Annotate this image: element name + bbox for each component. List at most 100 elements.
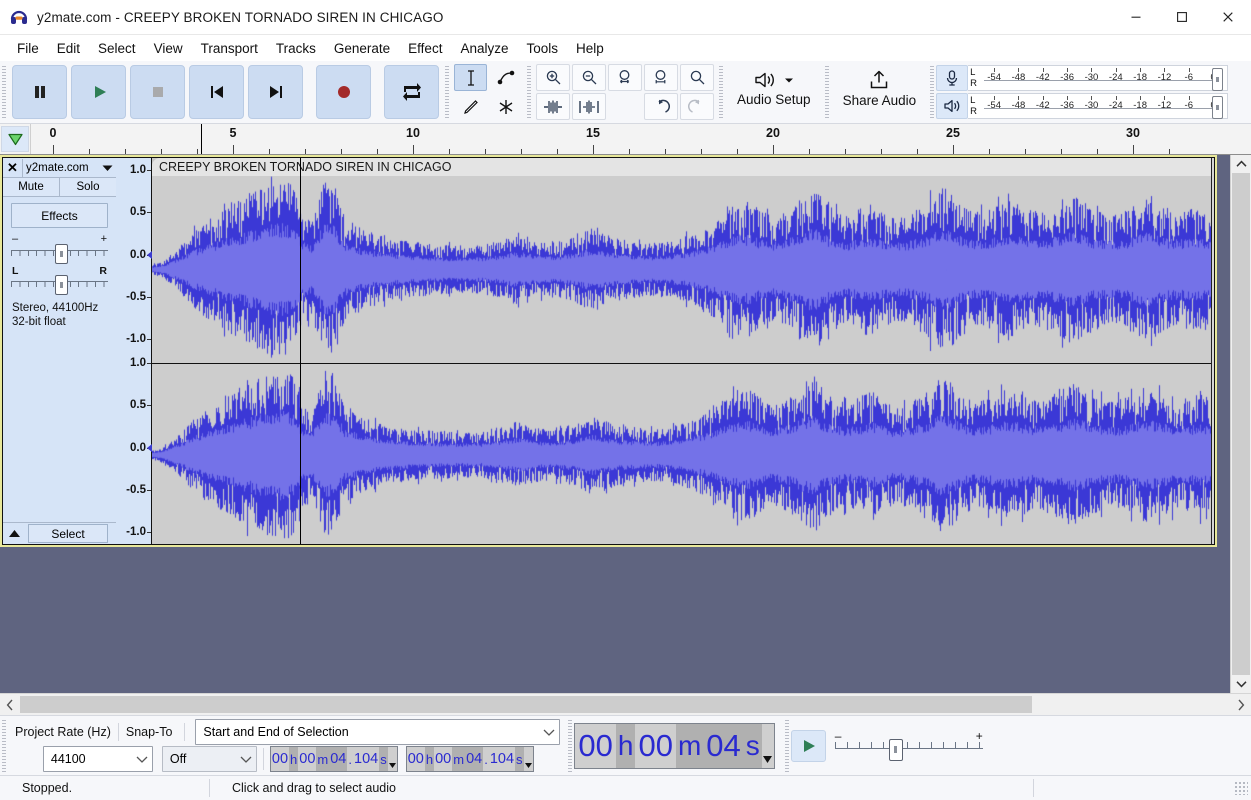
audio-position-display[interactable]: 00 h 00 m 04 s <box>574 722 775 769</box>
position-seconds[interactable]: 04 <box>703 723 744 768</box>
fit-project-icon[interactable] <box>644 64 678 91</box>
pinned-play-head-button[interactable] <box>0 124 31 154</box>
solo-button[interactable]: Solo <box>60 178 116 196</box>
edit-toolbar-grip[interactable] <box>525 66 533 118</box>
track-close-button[interactable]: ✕ <box>3 158 23 177</box>
share-audio-button[interactable]: Share Audio <box>831 61 929 115</box>
gain-slider-thumb[interactable] <box>55 244 68 264</box>
audio-track[interactable]: ✕ y2mate.com Mute Solo Effects – + L R S… <box>0 155 1217 547</box>
pan-slider[interactable]: L R <box>11 266 108 295</box>
end-minutes[interactable]: 00 <box>434 747 453 771</box>
gain-slider[interactable]: – + <box>11 234 108 264</box>
end-milliseconds[interactable]: 104 <box>488 747 516 771</box>
mute-button[interactable]: Mute <box>3 178 60 196</box>
end-time-dropdown[interactable] <box>523 747 533 771</box>
play-at-speed-button[interactable] <box>790 729 826 762</box>
menu-analyze[interactable]: Analyze <box>451 38 517 59</box>
recording-meter-bar[interactable]: -54-48-42-36-30-24-18-12-60 <box>982 65 1229 91</box>
horizontal-scroll-thumb[interactable] <box>20 696 1032 713</box>
zoom-in-icon[interactable] <box>536 64 570 91</box>
waveform-right-channel[interactable] <box>152 364 1214 544</box>
start-hours[interactable]: 00 <box>270 747 290 771</box>
audio-setup-grip[interactable] <box>717 66 725 118</box>
menu-file[interactable]: File <box>8 38 48 59</box>
skip-to-start-button[interactable] <box>189 65 244 119</box>
menu-help[interactable]: Help <box>567 38 613 59</box>
silence-audio-icon[interactable] <box>572 93 606 120</box>
maximize-button[interactable] <box>1159 0 1205 34</box>
snap-to-dropdown[interactable]: Off <box>161 746 257 772</box>
meter-toolbar-grip[interactable] <box>928 66 937 118</box>
selection-toolbar-grip[interactable] <box>0 719 8 772</box>
track-name-dropdown[interactable]: y2mate.com <box>23 162 116 174</box>
track-select-button[interactable]: Select <box>28 524 108 543</box>
menu-tools[interactable]: Tools <box>517 38 567 59</box>
resize-grip[interactable] <box>1234 781 1248 795</box>
menu-tracks[interactable]: Tracks <box>267 38 325 59</box>
play-at-speed-grip[interactable] <box>782 719 791 772</box>
menu-effect[interactable]: Effect <box>399 38 451 59</box>
horizontal-scroll-track[interactable] <box>20 694 1231 715</box>
play-button[interactable] <box>71 65 126 119</box>
menu-view[interactable]: View <box>145 38 192 59</box>
close-button[interactable] <box>1205 0 1251 34</box>
selection-start-time[interactable]: 00 h 00 m 04 . 104 s <box>269 746 398 772</box>
microphone-icon[interactable] <box>936 65 969 91</box>
end-hours[interactable]: 00 <box>406 747 425 771</box>
fit-selection-icon[interactable] <box>608 64 642 91</box>
clip-title-bar[interactable]: CREEPY BROKEN TORNADO SIREN IN CHICAGO <box>152 158 1214 177</box>
skip-to-end-button[interactable] <box>248 65 303 119</box>
waveform-area[interactable]: CREEPY BROKEN TORNADO SIREN IN CHICAGO <box>152 158 1214 544</box>
share-audio-grip[interactable] <box>822 66 831 118</box>
selection-tool[interactable] <box>454 64 487 91</box>
position-minutes[interactable]: 00 <box>635 723 676 768</box>
pause-button[interactable] <box>12 65 67 119</box>
scroll-right-button[interactable] <box>1231 694 1251 715</box>
trim-audio-icon[interactable] <box>536 93 570 120</box>
tools-toolbar-grip[interactable] <box>443 66 451 118</box>
scroll-up-button[interactable] <box>1231 155 1251 173</box>
menu-select[interactable]: Select <box>89 38 145 59</box>
zoom-toggle-icon[interactable] <box>680 64 714 91</box>
audio-setup-button[interactable]: Audio Setup <box>725 61 823 115</box>
undo-icon[interactable] <box>644 93 678 120</box>
position-dropdown[interactable] <box>761 723 774 768</box>
start-minutes[interactable]: 00 <box>298 747 317 771</box>
menu-edit[interactable]: Edit <box>48 38 89 59</box>
vertical-scrollbar[interactable] <box>1230 155 1251 693</box>
loop-button[interactable] <box>384 65 439 119</box>
project-rate-dropdown[interactable]: 44100 <box>42 746 153 772</box>
redo-icon[interactable] <box>680 93 714 120</box>
start-milliseconds[interactable]: 104 <box>353 747 380 771</box>
start-time-dropdown[interactable] <box>387 747 397 771</box>
menu-transport[interactable]: Transport <box>192 38 267 59</box>
draw-tool[interactable] <box>454 93 487 120</box>
playback-meter-slider[interactable] <box>1212 96 1224 119</box>
start-seconds[interactable]: 04 <box>329 747 348 771</box>
record-button[interactable] <box>316 65 371 119</box>
recording-meter-slider[interactable] <box>1212 68 1224 91</box>
position-hours[interactable]: 00 <box>575 723 616 768</box>
tracks-viewport[interactable]: ✕ y2mate.com Mute Solo Effects – + L R S… <box>0 155 1230 693</box>
pan-slider-thumb[interactable] <box>55 275 68 295</box>
waveform-left-channel[interactable] <box>152 176 1214 364</box>
effects-button[interactable]: Effects <box>11 203 108 228</box>
zoom-out-icon[interactable] <box>572 64 606 91</box>
selection-mode-dropdown[interactable]: Start and End of Selection <box>195 719 561 745</box>
scroll-left-button[interactable] <box>0 694 20 715</box>
time-toolbar-grip[interactable] <box>566 719 575 772</box>
end-seconds[interactable]: 04 <box>465 747 484 771</box>
scroll-down-button[interactable] <box>1231 675 1251 693</box>
minimize-button[interactable] <box>1113 0 1159 34</box>
horizontal-scrollbar[interactable] <box>0 693 1251 715</box>
collapse-up-icon[interactable] <box>3 524 25 544</box>
speaker-icon[interactable] <box>936 93 969 119</box>
envelope-tool[interactable] <box>489 64 522 91</box>
stop-button[interactable] <box>130 65 185 119</box>
speed-slider-thumb[interactable] <box>888 738 903 761</box>
vertical-scroll-thumb[interactable] <box>1232 173 1250 675</box>
multi-tool[interactable] <box>489 93 522 120</box>
transport-toolbar-grip[interactable] <box>0 66 8 118</box>
playback-speed-slider[interactable]: – + <box>833 730 985 761</box>
selection-end-time[interactable]: 00 h 00 m 04 . 104 s <box>405 746 534 772</box>
